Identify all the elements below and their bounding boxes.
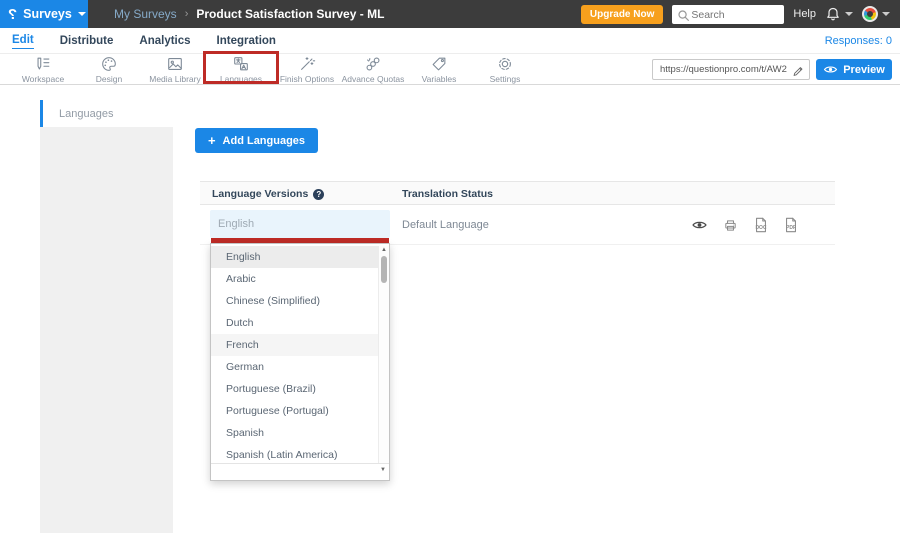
scroll-up-icon[interactable]	[379, 246, 389, 255]
table-header: Language Versions ? Translation Status	[200, 181, 835, 205]
option-arabic[interactable]: Arabic	[211, 268, 389, 290]
eye-icon	[823, 64, 838, 75]
toolbar-label: Media Library	[149, 74, 201, 84]
nav-edit[interactable]: Edit	[12, 32, 34, 49]
translate-icon	[231, 55, 251, 73]
survey-nav: Edit Distribute Analytics Integration Re…	[0, 28, 900, 54]
tag-icon	[429, 55, 449, 73]
pdf-label: PDF	[783, 225, 799, 231]
option-portuguese-portugal[interactable]: Portuguese (Portugal)	[211, 400, 389, 422]
survey-url-box[interactable]: https://questionpro.com/t/AW22Zd1S1	[652, 59, 810, 80]
toolbar-label: Finish Options	[280, 74, 334, 84]
topbar: ? Surveys My Surveys › Product Satisfact…	[0, 0, 900, 28]
workspace-icon	[33, 55, 53, 73]
option-portuguese-brazil[interactable]: Portuguese (Brazil)	[211, 378, 389, 400]
toolbar-advance-quotas[interactable]: Advance Quotas	[340, 54, 406, 84]
add-languages-button[interactable]: + Add Languages	[195, 128, 318, 153]
questionpro-logo-icon: ?	[8, 6, 17, 23]
sidebar-item-languages[interactable]: Languages	[40, 100, 173, 127]
content-area: Languages + Add Languages Language Versi…	[0, 85, 900, 533]
scroll-down-icon[interactable]	[380, 467, 386, 473]
toolbar-languages[interactable]: Languages	[208, 54, 274, 84]
column-label: Language Versions	[212, 188, 308, 200]
help-question-icon[interactable]: ?	[313, 189, 324, 200]
toolbar-label: Workspace	[22, 74, 64, 84]
notifications-menu[interactable]	[825, 6, 853, 22]
toolbar-variables[interactable]: Variables	[406, 54, 472, 84]
column-translation-status: Translation Status	[402, 182, 493, 206]
bell-icon	[825, 6, 841, 22]
responses-count[interactable]: Responses: 0	[825, 35, 892, 47]
preview-label: Preview	[843, 64, 885, 76]
product-label: Surveys	[23, 7, 72, 21]
help-link[interactable]: Help	[793, 8, 816, 20]
image-icon	[165, 55, 185, 73]
preview-button[interactable]: Preview	[816, 59, 892, 80]
app-window: ? Surveys My Surveys › Product Satisfact…	[0, 0, 900, 533]
chevron-down-icon	[845, 12, 853, 16]
option-dutch[interactable]: Dutch	[211, 312, 389, 334]
toolbar-label: Languages	[220, 74, 262, 84]
toolbar-label: Variables	[422, 74, 457, 84]
language-options-list: English Arabic Chinese (Simplified) Dutc…	[211, 246, 389, 463]
pdf-export-icon[interactable]: PDF	[783, 216, 799, 234]
avatar	[862, 6, 878, 22]
pencil-icon	[792, 63, 805, 76]
option-french[interactable]: French	[211, 334, 389, 356]
nav-integration[interactable]: Integration	[217, 33, 276, 49]
row-actions: DOC PDF	[691, 205, 799, 245]
chain-links-icon	[363, 55, 383, 73]
option-chinese-simplified[interactable]: Chinese (Simplified)	[211, 290, 389, 312]
sidebar-panel	[40, 127, 173, 533]
option-german[interactable]: German	[211, 356, 389, 378]
page-title: Product Satisfaction Survey - ML	[196, 7, 384, 21]
doc-label: DOC	[753, 225, 769, 231]
language-dropdown: English Arabic Chinese (Simplified) Dutc…	[210, 243, 390, 481]
toolbar-design[interactable]: Design	[76, 54, 142, 84]
palette-icon	[99, 55, 119, 73]
toolbar-settings[interactable]: Settings	[472, 54, 538, 84]
option-english[interactable]: English	[211, 246, 389, 268]
preview-eye-icon[interactable]	[691, 219, 708, 231]
sidebar-item-label: Languages	[43, 108, 113, 120]
chevron-down-icon	[78, 12, 86, 16]
dropdown-scrollbar[interactable]	[378, 246, 389, 463]
breadcrumb-separator: ›	[185, 8, 189, 20]
global-search	[672, 5, 784, 24]
edit-toolbar: Workspace Design Media Library Languages…	[0, 54, 900, 85]
toolbar-workspace[interactable]: Workspace	[10, 54, 76, 84]
column-label: Translation Status	[402, 188, 493, 200]
toolbar-finish-options[interactable]: Finish Options	[274, 54, 340, 84]
scrollbar-thumb[interactable]	[381, 256, 387, 283]
search-icon	[676, 8, 691, 23]
account-menu[interactable]	[862, 6, 890, 22]
breadcrumb: My Surveys › Product Satisfaction Survey…	[114, 7, 384, 21]
language-select-input[interactable]	[210, 210, 390, 238]
dropdown-footer	[211, 463, 389, 480]
gear-icon	[495, 55, 515, 73]
edit-url-button[interactable]	[787, 63, 809, 76]
add-languages-label: Add Languages	[223, 135, 306, 147]
topbar-right: Upgrade Now Help	[581, 5, 900, 24]
column-language-versions: Language Versions ?	[212, 182, 324, 206]
product-switcher[interactable]: ? Surveys	[0, 0, 88, 28]
breadcrumb-my-surveys[interactable]: My Surveys	[114, 7, 177, 21]
toolbar-label: Design	[96, 74, 122, 84]
magic-wand-icon	[297, 55, 317, 73]
toolbar-media-library[interactable]: Media Library	[142, 54, 208, 84]
translation-status-value: Default Language	[402, 205, 489, 245]
option-spanish[interactable]: Spanish	[211, 422, 389, 444]
nav-analytics[interactable]: Analytics	[139, 33, 190, 49]
toolbar-label: Settings	[490, 74, 521, 84]
plus-icon: +	[208, 133, 216, 148]
toolbar-label: Advance Quotas	[342, 74, 405, 84]
doc-export-icon[interactable]: DOC	[753, 216, 769, 234]
survey-url: https://questionpro.com/t/AW22Zd1S1	[653, 64, 787, 75]
upgrade-now-button[interactable]: Upgrade Now	[581, 5, 663, 24]
nav-distribute[interactable]: Distribute	[60, 33, 114, 49]
languages-table: Language Versions ? Translation Status D…	[200, 181, 835, 245]
print-icon[interactable]	[722, 217, 739, 234]
chevron-down-icon	[882, 12, 890, 16]
